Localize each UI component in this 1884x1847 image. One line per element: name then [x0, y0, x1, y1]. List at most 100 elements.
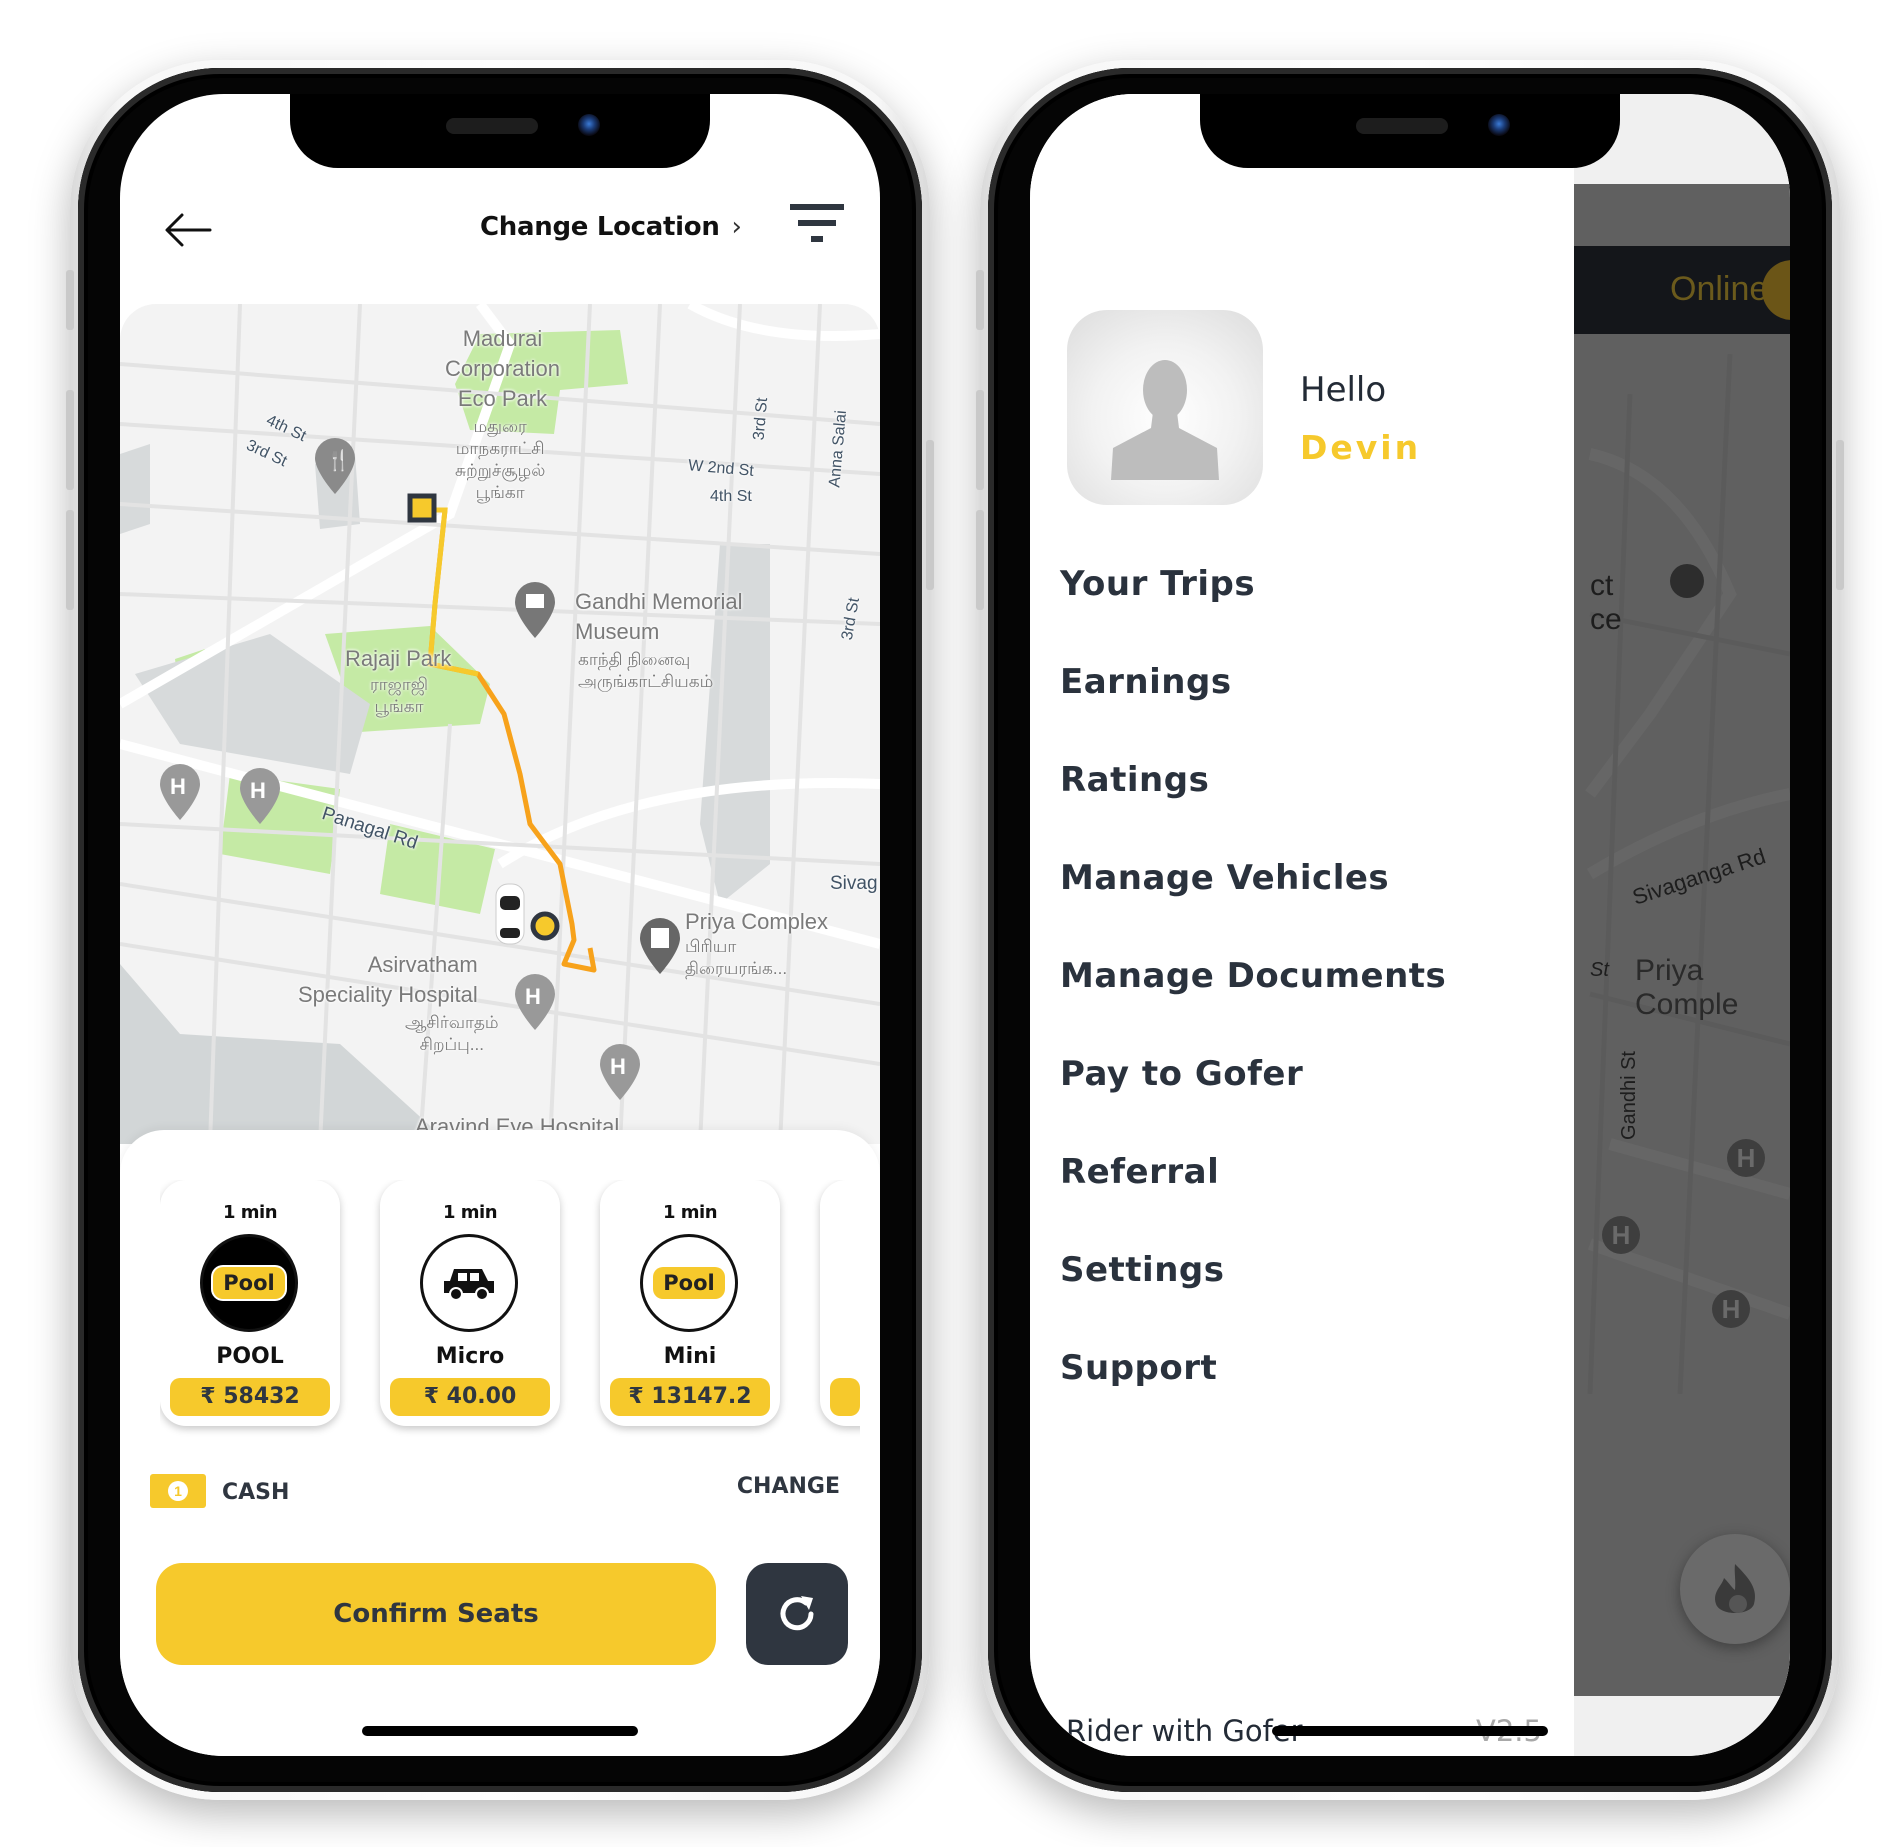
vehicle-icon-circle: Pool	[640, 1234, 738, 1332]
map-label-eco-park-tamil: மதுரை மாநகராட்சி சுற்றுச்சூழல் பூங்கா	[455, 417, 546, 502]
map-label-priya-complex-tamil: பிரியா திரையரங்க...	[685, 937, 788, 978]
menu-item-pay-to-gofer[interactable]: Pay to Gofer	[1060, 1054, 1303, 1094]
home-indicator[interactable]	[362, 1726, 638, 1736]
map-label-sivaganga: Sivag	[830, 873, 878, 894]
vehicle-card-micro[interactable]: 1 min Micro ₹ 40.00	[380, 1180, 560, 1426]
power-button	[1836, 440, 1844, 590]
avatar[interactable]	[1067, 310, 1263, 505]
filter-line-2	[798, 220, 836, 226]
svg-text:H: H	[525, 984, 541, 1009]
map-view[interactable]: 🍴 H H H H Madurai Corporation Eco Park ம…	[120, 304, 880, 1144]
menu-item-referral[interactable]: Referral	[1060, 1152, 1219, 1192]
volume-up-button	[976, 390, 984, 490]
svg-text:🍴: 🍴	[326, 448, 351, 472]
car-icon	[444, 1269, 494, 1301]
speaker-grille	[1356, 118, 1448, 134]
map-label-4th-st-2: 4th St	[710, 488, 752, 505]
vehicle-icon-circle: Pool	[200, 1234, 298, 1332]
menu-item-manage-documents[interactable]: Manage Documents	[1060, 956, 1446, 996]
user-name: Devin	[1300, 428, 1422, 467]
hospital-pin-icon[interactable]: H	[600, 1044, 640, 1100]
heatmap-button[interactable]	[1680, 1534, 1790, 1644]
vehicle-name: POOL	[216, 1344, 284, 1369]
volume-down-button	[66, 510, 74, 610]
vehicle-carousel[interactable]: 1 min Pool POOL ₹ 58432 1 min Micro ₹ 40…	[160, 1180, 860, 1440]
hospital-pin-icon: H	[1727, 1139, 1765, 1177]
hospital-pin-icon[interactable]: H	[515, 974, 555, 1030]
map-label-gandhi-museum-tamil: காந்தி நினைவு அருங்காட்சியகம்	[578, 650, 714, 691]
svg-text:H: H	[610, 1054, 626, 1079]
change-location-label: Change Location	[480, 212, 720, 242]
bg-map-label-priya-complex: Priya Comple	[1635, 954, 1739, 1021]
payment-method-label: CASH	[222, 1480, 290, 1505]
svg-text:H: H	[250, 778, 266, 803]
mute-switch	[66, 270, 74, 330]
home-indicator[interactable]	[1272, 1726, 1548, 1736]
arrow-left-icon[interactable]	[164, 212, 212, 248]
confirm-seats-button[interactable]: Confirm Seats	[156, 1563, 716, 1665]
vehicle-name: Micro	[435, 1344, 505, 1369]
online-status-label: Online	[1670, 270, 1769, 308]
vehicle-eta: 1 min	[442, 1202, 498, 1223]
map-label-asirvatham-tamil: ஆசிர்வாதம் சிறப்பு...	[405, 1013, 499, 1054]
filter-line-1	[790, 204, 844, 210]
svg-text:H: H	[170, 774, 186, 799]
menu-item-ratings[interactable]: Ratings	[1060, 760, 1209, 800]
pool-badge-icon: Pool	[653, 1267, 725, 1299]
vehicle-card-mini[interactable]: 1 min Pool Mini ₹ 13147.2	[600, 1180, 780, 1426]
vehicle-eta: 1 min	[222, 1202, 278, 1223]
filter-line-3	[811, 236, 823, 242]
user-silhouette-icon	[1111, 360, 1219, 480]
change-payment-button[interactable]: CHANGE	[737, 1474, 840, 1499]
map-label-eco-park: Madurai Corporation Eco Park	[445, 326, 560, 411]
refresh-icon	[780, 1596, 814, 1631]
power-button	[926, 440, 934, 590]
phone-frame-right: ct ce Sivaganga Rd St Priya Comple Gandh…	[976, 60, 1844, 1800]
footer-label: Rider with Gofer	[1066, 1714, 1303, 1748]
volume-down-button	[976, 510, 984, 610]
vehicle-name: Mini	[663, 1344, 717, 1369]
volume-up-button	[66, 390, 74, 490]
car-marker	[495, 883, 525, 945]
vehicle-eta: 1 min	[662, 1202, 718, 1223]
vehicle-card-partial[interactable]	[820, 1180, 860, 1426]
change-location-button[interactable]: Change Location ›	[480, 212, 742, 242]
menu-item-settings[interactable]: Settings	[1060, 1250, 1225, 1290]
vehicle-card-pool[interactable]: 1 min Pool POOL ₹ 58432	[160, 1180, 340, 1426]
hospital-pin-icon: H	[1602, 1216, 1640, 1254]
refresh-button[interactable]	[746, 1563, 848, 1665]
speaker-grille	[446, 118, 538, 134]
museum-pin-icon[interactable]	[515, 582, 555, 638]
building-block	[120, 444, 150, 534]
front-camera	[578, 114, 600, 136]
hospital-pin-icon: H	[1712, 1290, 1750, 1328]
vehicle-icon-circle	[420, 1234, 518, 1332]
mute-switch	[976, 270, 984, 330]
payment-row: 1 CASH CHANGE	[150, 1470, 840, 1520]
bg-map-label-gandhi-st: Gandhi St	[1617, 1051, 1640, 1140]
vehicle-price: ₹ 13147.2	[610, 1378, 770, 1416]
map-label-asirvatham: Asirvatham Speciality Hospital	[298, 952, 478, 1007]
driver-menu-screen: ct ce Sivaganga Rd St Priya Comple Gandh…	[1030, 94, 1790, 1756]
filter-icon[interactable]	[790, 204, 844, 248]
phone-frame-left: Change Location › 🍴 H H H H Madurai Corp…	[66, 60, 934, 1800]
vehicle-price: ₹ 40.00	[390, 1378, 550, 1416]
notch	[1200, 94, 1620, 168]
vehicle-price-partial	[830, 1378, 860, 1416]
greeting-label: Hello	[1300, 370, 1387, 410]
chevron-right-icon: ›	[731, 212, 742, 242]
coin-glyph: 1	[168, 1481, 188, 1501]
ride-selection-screen: Change Location › 🍴 H H H H Madurai Corp…	[120, 94, 880, 1756]
map-label-rajaji-park-tamil: ராஜாஜி பூங்கா	[370, 675, 429, 716]
cash-icon: 1	[150, 1474, 206, 1508]
menu-item-support[interactable]: Support	[1060, 1348, 1217, 1388]
destination-marker[interactable]	[407, 493, 437, 523]
hospital-pin-icon[interactable]: H	[160, 764, 200, 820]
bg-map-label-st: St	[1590, 959, 1609, 981]
pickup-marker[interactable]	[530, 911, 560, 941]
menu-item-manage-vehicles[interactable]: Manage Vehicles	[1060, 858, 1389, 898]
menu-item-your-trips[interactable]: Your Trips	[1060, 564, 1255, 604]
menu-item-earnings[interactable]: Earnings	[1060, 662, 1232, 702]
flame-icon	[1715, 1564, 1756, 1613]
navigation-drawer: Hello Devin Your Trips Earnings Ratings …	[1030, 94, 1574, 1756]
